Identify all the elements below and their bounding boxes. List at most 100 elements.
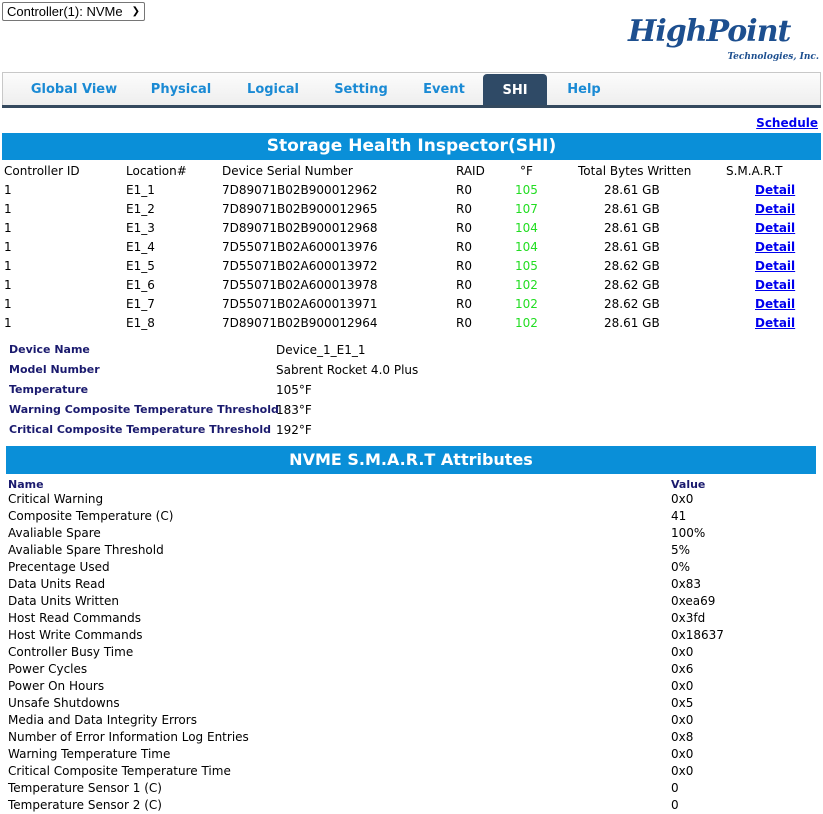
tab-event[interactable]: Event (411, 73, 477, 106)
attr-value: 0 (671, 781, 679, 795)
attr-name: Precentage Used (8, 560, 110, 574)
attr-name: Host Read Commands (8, 611, 142, 625)
smart-row: Data Units Read 0x83 (0, 576, 823, 593)
smart-row: Warning Temperature Time 0x0 (0, 746, 823, 763)
attr-value: 0x8 (671, 730, 694, 744)
temperature: 105 (515, 259, 538, 273)
info-label: Model Number (9, 363, 100, 376)
tab-setting[interactable]: Setting (325, 73, 397, 106)
controller-id: 1 (4, 278, 12, 292)
smart-detail-link[interactable]: Detail (755, 295, 795, 314)
smart-row: Critical Warning 0x0 (0, 491, 823, 508)
device-row: 1 E1_1 7D89071B02B900012962 R0 105 28.61… (0, 181, 823, 200)
smart-row: Host Read Commands 0x3fd (0, 610, 823, 627)
attr-name: Critical Composite Temperature Time (8, 764, 231, 778)
smart-detail-link[interactable]: Detail (755, 238, 795, 257)
info-value: 105°F (276, 383, 312, 397)
smart-detail-link[interactable]: Detail (755, 314, 795, 333)
smart-row: Avaliable Spare Threshold 5% (0, 542, 823, 559)
controller-select-value: Controller(1): NVMe (7, 4, 123, 19)
attr-value: 100% (671, 526, 706, 540)
attr-value: 0 (671, 798, 679, 812)
info-label: Critical Composite Temperature Threshold (9, 423, 271, 436)
temperature: 104 (515, 221, 538, 235)
location: E1_3 (126, 221, 155, 235)
total-bytes-written: 28.61 GB (604, 316, 660, 330)
chevron-down-icon: ❯ (131, 6, 140, 17)
smart-detail-link[interactable]: Detail (755, 276, 795, 295)
location: E1_5 (126, 259, 155, 273)
location: E1_8 (126, 316, 155, 330)
serial-number: 7D55071B02A600013978 (222, 278, 378, 292)
attr-name: Number of Error Information Log Entries (8, 730, 249, 744)
highpoint-logo: HighPoint Technologies, Inc. (628, 14, 823, 64)
smart-detail-link[interactable]: Detail (755, 257, 795, 276)
device-row: 1 E1_2 7D89071B02B900012965 R0 107 28.61… (0, 200, 823, 219)
attr-name: Temperature Sensor 2 (C) (8, 798, 162, 812)
attr-value: 0x5 (671, 696, 694, 710)
attr-name: Avaliable Spare Threshold (8, 543, 164, 557)
serial-number: 7D89071B02B900012965 (222, 202, 378, 216)
nav-tabs: Global View Physical Logical Setting Eve… (2, 72, 821, 107)
attr-value: 0x0 (671, 645, 694, 659)
col-temperature: °F (520, 164, 533, 178)
nav-underline (2, 105, 821, 108)
attr-value: 0xea69 (671, 594, 716, 608)
temperature: 102 (515, 278, 538, 292)
tab-shi[interactable]: SHI (483, 74, 547, 107)
controller-id: 1 (4, 297, 12, 311)
smart-title: NVME S.M.A.R.T Attributes (6, 446, 816, 474)
temperature: 102 (515, 316, 538, 330)
controller-id: 1 (4, 202, 12, 216)
serial-number: 7D89071B02B900012964 (222, 316, 378, 330)
tab-physical[interactable]: Physical (141, 73, 221, 106)
total-bytes-written: 28.62 GB (604, 297, 660, 311)
col-total-bytes-written: Total Bytes Written (578, 164, 692, 178)
attr-name: Data Units Read (8, 577, 106, 591)
raid: R0 (456, 297, 472, 311)
smart-row: Power Cycles 0x6 (0, 661, 823, 678)
tab-logical[interactable]: Logical (235, 73, 311, 106)
serial-number: 7D89071B02B900012962 (222, 183, 378, 197)
tab-global-view[interactable]: Global View (17, 73, 131, 106)
attr-value: 41 (671, 509, 687, 523)
location: E1_7 (126, 297, 155, 311)
controller-id: 1 (4, 316, 12, 330)
total-bytes-written: 28.61 GB (604, 240, 660, 254)
temperature: 107 (515, 202, 538, 216)
col-controller-id: Controller ID (4, 164, 80, 178)
attr-value: 0x83 (671, 577, 702, 591)
temperature: 105 (515, 183, 538, 197)
temperature: 104 (515, 240, 538, 254)
col-smart: S.M.A.R.T (726, 164, 783, 178)
attr-name: Host Write Commands (8, 628, 143, 642)
location: E1_6 (126, 278, 155, 292)
smart-detail-link[interactable]: Detail (755, 200, 795, 219)
smart-row: Unsafe Shutdowns 0x5 (0, 695, 823, 712)
smart-row: Host Write Commands 0x18637 (0, 627, 823, 644)
shi-title: Storage Health Inspector(SHI) (2, 133, 821, 160)
smart-row: Critical Composite Temperature Time 0x0 (0, 763, 823, 780)
raid: R0 (456, 183, 472, 197)
total-bytes-written: 28.61 GB (604, 221, 660, 235)
total-bytes-written: 28.62 GB (604, 278, 660, 292)
smart-row: Temperature Sensor 2 (C) 0 (0, 797, 823, 814)
raid: R0 (456, 278, 472, 292)
attr-name: Temperature Sensor 1 (C) (8, 781, 162, 795)
attr-name: Warning Temperature Time (8, 747, 171, 761)
attr-value: 0x0 (671, 679, 694, 693)
smart-detail-link[interactable]: Detail (755, 181, 795, 200)
attr-value: 0x0 (671, 713, 694, 727)
attr-name: Power On Hours (8, 679, 105, 693)
tab-help[interactable]: Help (555, 73, 613, 106)
smart-row: Number of Error Information Log Entries 0… (0, 729, 823, 746)
schedule-link[interactable]: Schedule (756, 116, 818, 130)
controller-select[interactable]: Controller(1): NVMe ❯ (2, 2, 145, 21)
attr-value: 0x6 (671, 662, 694, 676)
smart-detail-link[interactable]: Detail (755, 219, 795, 238)
smart-row: Data Units Written 0xea69 (0, 593, 823, 610)
attr-value: 5% (671, 543, 691, 557)
serial-number: 7D55071B02A600013976 (222, 240, 378, 254)
device-row: 1 E1_8 7D89071B02B900012964 R0 102 28.61… (0, 314, 823, 333)
attr-name: Power Cycles (8, 662, 88, 676)
